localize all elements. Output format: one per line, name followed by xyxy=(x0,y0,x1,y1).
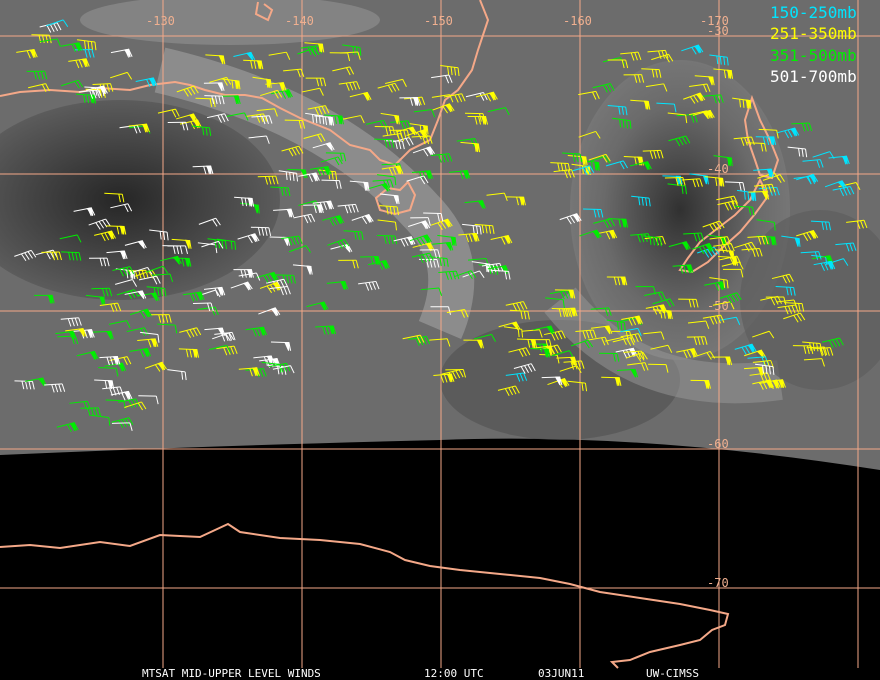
lon-label: -150 xyxy=(424,14,453,28)
lon-label: -130 xyxy=(146,14,175,28)
data-source: UW-CIMSS xyxy=(646,667,699,680)
lat-label: -30 xyxy=(707,24,729,38)
lat-label: -60 xyxy=(707,437,729,451)
footer: MTSAT MID-UPPER LEVEL WINDS 12:00 UTC 03… xyxy=(142,667,699,680)
observation-time: 12:00 UTC xyxy=(424,667,484,680)
legend-item-501-700mb: 501-700mb xyxy=(770,67,857,86)
product-title: MTSAT MID-UPPER LEVEL WINDS xyxy=(142,667,321,680)
lat-label: -50 xyxy=(707,299,729,313)
legend-item-251-350mb: 251-350mb xyxy=(770,24,857,43)
observation-date: 03JUN11 xyxy=(538,667,584,680)
wind-map: -130 -140 -150 -160 -170 -30 -40 -50 -60… xyxy=(0,0,880,680)
lon-label: -140 xyxy=(285,14,314,28)
lon-label: -160 xyxy=(563,14,592,28)
antarctica-coastline xyxy=(0,522,730,669)
legend-item-150-250mb: 150-250mb xyxy=(770,3,857,22)
lat-label: -70 xyxy=(707,576,729,590)
legend-item-351-500mb: 351-500mb xyxy=(770,46,857,65)
lat-label: -40 xyxy=(707,162,729,176)
map-canvas: -130 -140 -150 -160 -170 -30 -40 -50 -60… xyxy=(0,0,880,680)
